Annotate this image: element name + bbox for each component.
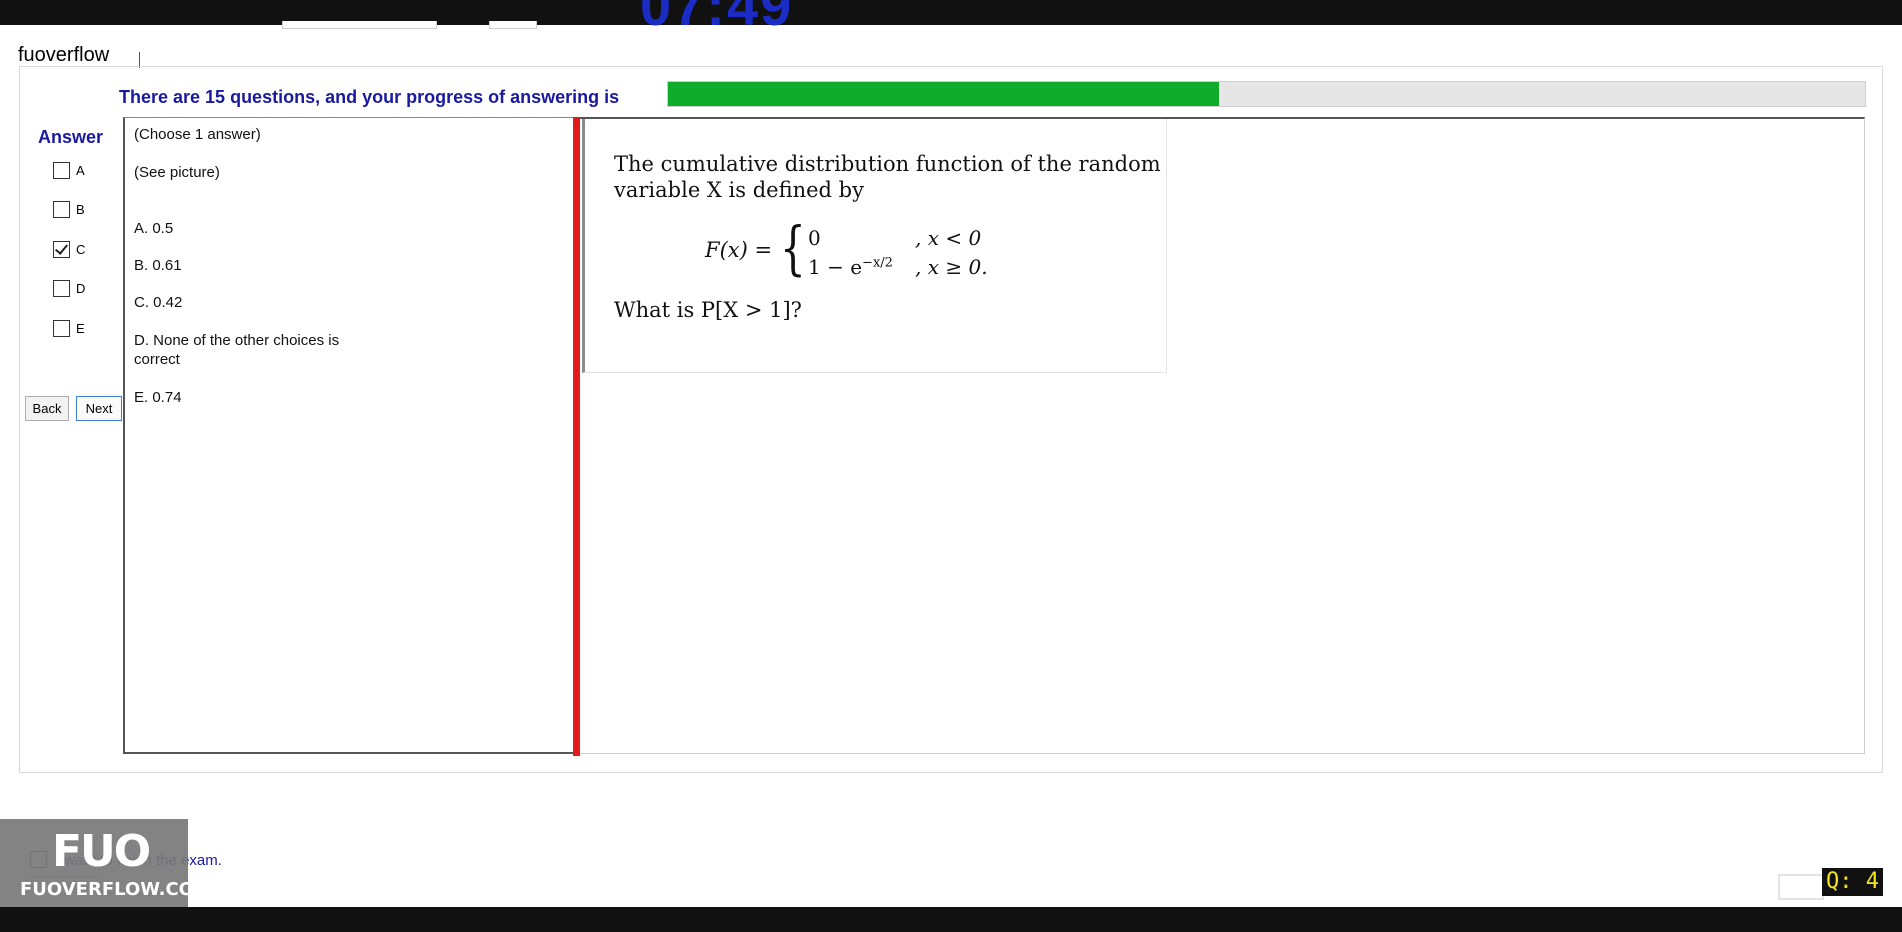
timer-display: 07:49 [640, 0, 794, 37]
answer-option-e[interactable]: E [53, 320, 85, 337]
checkbox-d[interactable] [53, 280, 70, 297]
question-line-3: What is P[X > 1]? [614, 298, 802, 322]
checkbox-a[interactable] [53, 162, 70, 179]
header-small-box[interactable] [489, 21, 537, 29]
progress-label: There are 15 questions, and your progres… [119, 87, 620, 107]
choice-b: B. 0.61 [134, 257, 182, 274]
answer-option-b[interactable]: B [53, 201, 85, 218]
see-picture-note: (See picture) [134, 164, 220, 181]
checkbox-b[interactable] [53, 201, 70, 218]
choice-a: A. 0.5 [134, 220, 174, 237]
case-2-condition: , x ≥ 0. [915, 255, 988, 279]
choice-c: C. 0.42 [134, 294, 183, 311]
progress-bar-fill [668, 82, 1219, 106]
answer-letter: D [76, 281, 86, 296]
answer-letter: B [76, 202, 85, 217]
answer-option-c[interactable]: C [53, 241, 85, 258]
header-combo-box[interactable] [282, 21, 437, 29]
choose-instruction: (Choose 1 answer) [134, 126, 261, 143]
progress-bar [667, 81, 1866, 107]
equation-lhs: F(x) = [705, 238, 773, 262]
answer-option-d[interactable]: D [53, 280, 85, 297]
question-indicator: Q: 4 [1822, 868, 1883, 896]
case-2-value: 1 − e−x/2 [808, 255, 893, 279]
case-1-value: 0 [808, 226, 821, 250]
back-button[interactable]: Back [25, 396, 69, 421]
case-2-base: 1 − e [808, 255, 863, 279]
app-title: fuoverflow [18, 44, 110, 66]
answer-option-a[interactable]: A [53, 162, 85, 179]
watermark-logo-mark: FUO [52, 826, 151, 877]
case-1-condition: , x < 0 [915, 226, 982, 250]
watermark-site: FUOVERFLOW.COM [20, 879, 212, 900]
next-button[interactable]: Next [76, 396, 122, 421]
choice-d: D. None of the other choices is correct [134, 332, 340, 368]
equation-brace: { [780, 214, 806, 282]
case-2-exponent: −x/2 [862, 255, 893, 271]
panel-splitter[interactable] [573, 117, 580, 756]
checkbox-e[interactable] [53, 320, 70, 337]
answer-letter: C [76, 242, 86, 257]
choices-panel [123, 117, 575, 754]
question-line-1: The cumulative distribution function of … [614, 152, 1161, 176]
answer-letter: E [76, 321, 85, 336]
footer-input-box[interactable] [1778, 874, 1824, 900]
checkbox-c[interactable] [53, 241, 70, 258]
question-line-2: variable X is defined by [614, 178, 864, 202]
bottom-black-bar [0, 907, 1902, 932]
choice-e: E. 0.74 [134, 389, 182, 406]
answer-letter: A [76, 163, 85, 178]
answer-heading: Answer [38, 127, 104, 147]
